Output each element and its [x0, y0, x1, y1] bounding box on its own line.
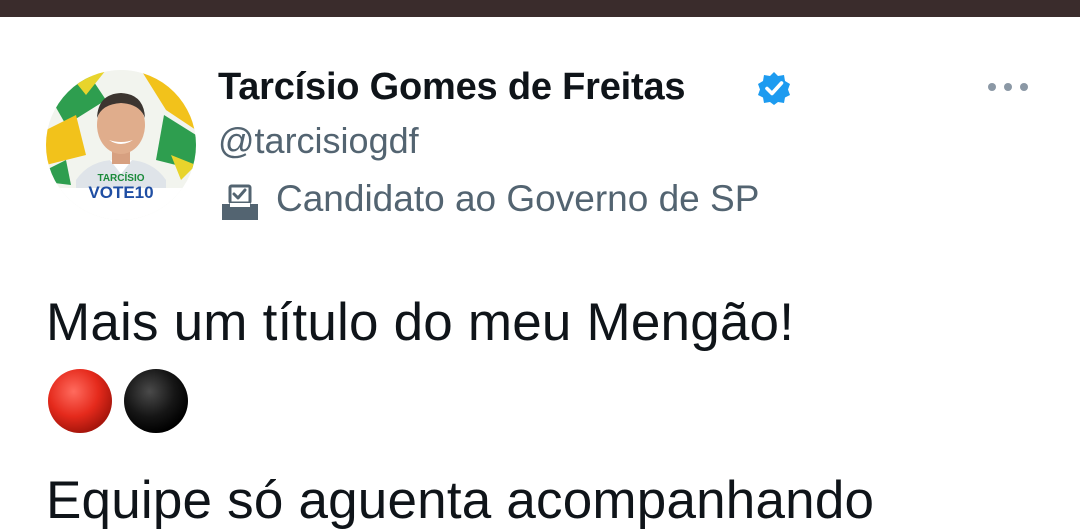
red-circle-emoji-icon	[48, 369, 112, 433]
more-options-icon[interactable]	[984, 76, 1032, 98]
verified-badge-icon	[758, 72, 790, 105]
ballot-box-icon	[222, 184, 258, 220]
avatar[interactable]: TARCÍSIO VOTE10	[46, 70, 196, 220]
tweet-emojis	[48, 369, 188, 433]
profile-handle[interactable]: @tarcisiogdf	[218, 120, 419, 162]
black-circle-emoji-icon	[124, 369, 188, 433]
top-bar	[0, 0, 1080, 17]
profile-name[interactable]: Tarcísio Gomes de Freitas	[218, 66, 686, 109]
avatar-badge-line2: VOTE10	[88, 183, 154, 202]
profile-bio: Candidato ao Governo de SP	[276, 178, 760, 219]
tweet-text-line: Equipe só aguenta acompanhando	[46, 471, 875, 530]
tweet-text-line: Mais um título do meu Mengão!	[46, 293, 795, 352]
